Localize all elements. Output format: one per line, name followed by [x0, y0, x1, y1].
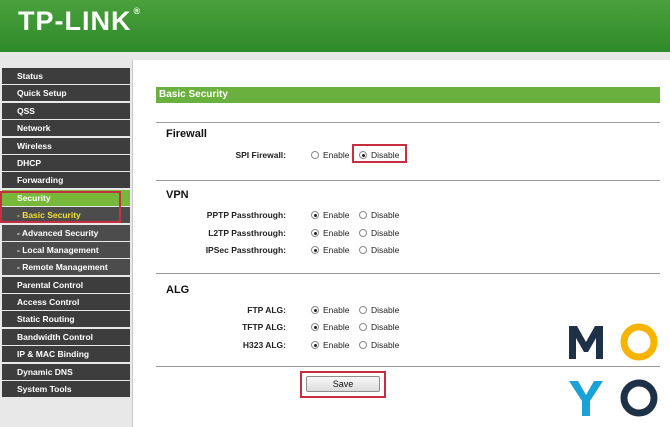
- l2tp-enable[interactable]: Enable: [311, 228, 349, 238]
- ftp-alg-enable[interactable]: Enable: [311, 305, 349, 315]
- sidebar-item-dynamic-dns[interactable]: Dynamic DNS: [2, 363, 130, 380]
- divider-alg: [156, 366, 660, 367]
- radio-selected-icon[interactable]: [311, 211, 319, 219]
- sidebar-menu: Status Quick Setup QSS Network Wireless …: [2, 68, 130, 398]
- pptp-disable[interactable]: Disable: [359, 210, 399, 220]
- tftp-alg-disable[interactable]: Disable: [359, 322, 399, 332]
- sidebar-item-parental-control[interactable]: Parental Control: [2, 276, 130, 293]
- h323-alg-label: H323 ALG:: [242, 340, 286, 350]
- sidebar-item-local-management[interactable]: - Local Management: [2, 241, 130, 258]
- radio-icon[interactable]: [359, 341, 367, 349]
- firewall-heading: Firewall: [166, 128, 207, 140]
- divider-top: [156, 122, 660, 123]
- radio-icon[interactable]: [359, 211, 367, 219]
- option-label: Disable: [371, 340, 400, 350]
- option-label: Disable: [371, 305, 400, 315]
- main-panel: [140, 60, 670, 427]
- sidebar-item-system-tools[interactable]: System Tools: [2, 381, 130, 398]
- h323-alg-disable[interactable]: Disable: [359, 340, 399, 350]
- sidebar-item-static-routing[interactable]: Static Routing: [2, 311, 130, 328]
- header-stripe: [0, 52, 670, 60]
- watermark-y-glyph: [569, 381, 603, 416]
- ftp-alg-label: FTP ALG:: [247, 305, 286, 315]
- option-label: Enable: [323, 245, 350, 255]
- logo-text: TP-LINK: [18, 6, 132, 36]
- watermark-m: [566, 322, 606, 362]
- sidebar-item-quick-setup[interactable]: Quick Setup: [2, 85, 130, 102]
- option-label: Enable: [323, 322, 350, 332]
- option-label: Disable: [371, 228, 400, 238]
- radio-selected-icon[interactable]: [311, 229, 319, 237]
- l2tp-disable[interactable]: Disable: [359, 228, 399, 238]
- pptp-passthrough-label: PPTP Passthrough:: [206, 210, 286, 220]
- save-highlight-box: [300, 371, 386, 398]
- header-bar: TP-LINK ®: [0, 0, 670, 52]
- tftp-alg-enable[interactable]: Enable: [311, 322, 349, 332]
- radio-icon[interactable]: [311, 151, 319, 159]
- sidebar-item-dhcp[interactable]: DHCP: [2, 154, 130, 171]
- sidebar-item-advanced-security[interactable]: - Advanced Security: [2, 224, 130, 241]
- sidebar-item-ip-mac-binding[interactable]: IP & MAC Binding: [2, 346, 130, 363]
- option-label: Disable: [371, 322, 400, 332]
- pptp-enable[interactable]: Enable: [311, 210, 349, 220]
- radio-selected-icon[interactable]: [311, 323, 319, 331]
- spi-disable-highlight-box: [352, 144, 407, 163]
- watermark-o-dark-glyph: [620, 379, 658, 417]
- option-label: Disable: [371, 210, 400, 220]
- radio-icon[interactable]: [359, 306, 367, 314]
- sidebar-item-access-control[interactable]: Access Control: [2, 294, 130, 311]
- radio-selected-icon[interactable]: [311, 306, 319, 314]
- h323-alg-enable[interactable]: Enable: [311, 340, 349, 350]
- tp-link-logo: TP-LINK ®: [18, 6, 140, 37]
- option-label: Enable: [323, 228, 350, 238]
- sidebar-item-network[interactable]: Network: [2, 120, 130, 137]
- watermark-o-yellow: [619, 322, 659, 362]
- radio-icon[interactable]: [359, 246, 367, 254]
- option-label: Enable: [323, 305, 350, 315]
- sidebar-item-status[interactable]: Status: [2, 68, 130, 84]
- sidebar-item-forwarding[interactable]: Forwarding: [2, 172, 130, 189]
- divider-firewall: [156, 180, 660, 181]
- trademark: ®: [133, 6, 141, 16]
- watermark-o-dark: [619, 378, 659, 418]
- watermark-o-yellow-glyph: [620, 323, 658, 361]
- watermark-y: [566, 378, 606, 418]
- radio-icon[interactable]: [359, 323, 367, 331]
- alg-heading: ALG: [166, 284, 190, 296]
- page-title: Basic Security: [156, 87, 660, 103]
- spi-firewall-label: SPI Firewall:: [235, 150, 286, 160]
- divider-vpn: [156, 273, 660, 274]
- spi-firewall-enable[interactable]: Enable: [311, 150, 349, 160]
- ipsec-enable[interactable]: Enable: [311, 245, 349, 255]
- option-label: Disable: [371, 245, 400, 255]
- tftp-alg-label: TFTP ALG:: [242, 322, 286, 332]
- vpn-heading: VPN: [166, 189, 189, 201]
- sidebar: Status Quick Setup QSS Network Wireless …: [0, 60, 133, 427]
- ipsec-passthrough-label: IPSec Passthrough:: [205, 245, 286, 255]
- option-label: Enable: [323, 150, 350, 160]
- radio-selected-icon[interactable]: [311, 246, 319, 254]
- security-highlight-box: [0, 191, 121, 223]
- radio-icon[interactable]: [359, 229, 367, 237]
- option-label: Enable: [323, 210, 350, 220]
- sidebar-item-remote-management[interactable]: - Remote Management: [2, 259, 130, 276]
- sidebar-item-qss[interactable]: QSS: [2, 102, 130, 119]
- watermark-m-glyph: [569, 326, 603, 359]
- sidebar-item-bandwidth-control[interactable]: Bandwidth Control: [2, 328, 130, 345]
- option-label: Enable: [323, 340, 350, 350]
- ipsec-disable[interactable]: Disable: [359, 245, 399, 255]
- ftp-alg-disable[interactable]: Disable: [359, 305, 399, 315]
- l2tp-passthrough-label: L2TP Passthrough:: [208, 228, 286, 238]
- sidebar-item-wireless[interactable]: Wireless: [2, 137, 130, 154]
- radio-selected-icon[interactable]: [311, 341, 319, 349]
